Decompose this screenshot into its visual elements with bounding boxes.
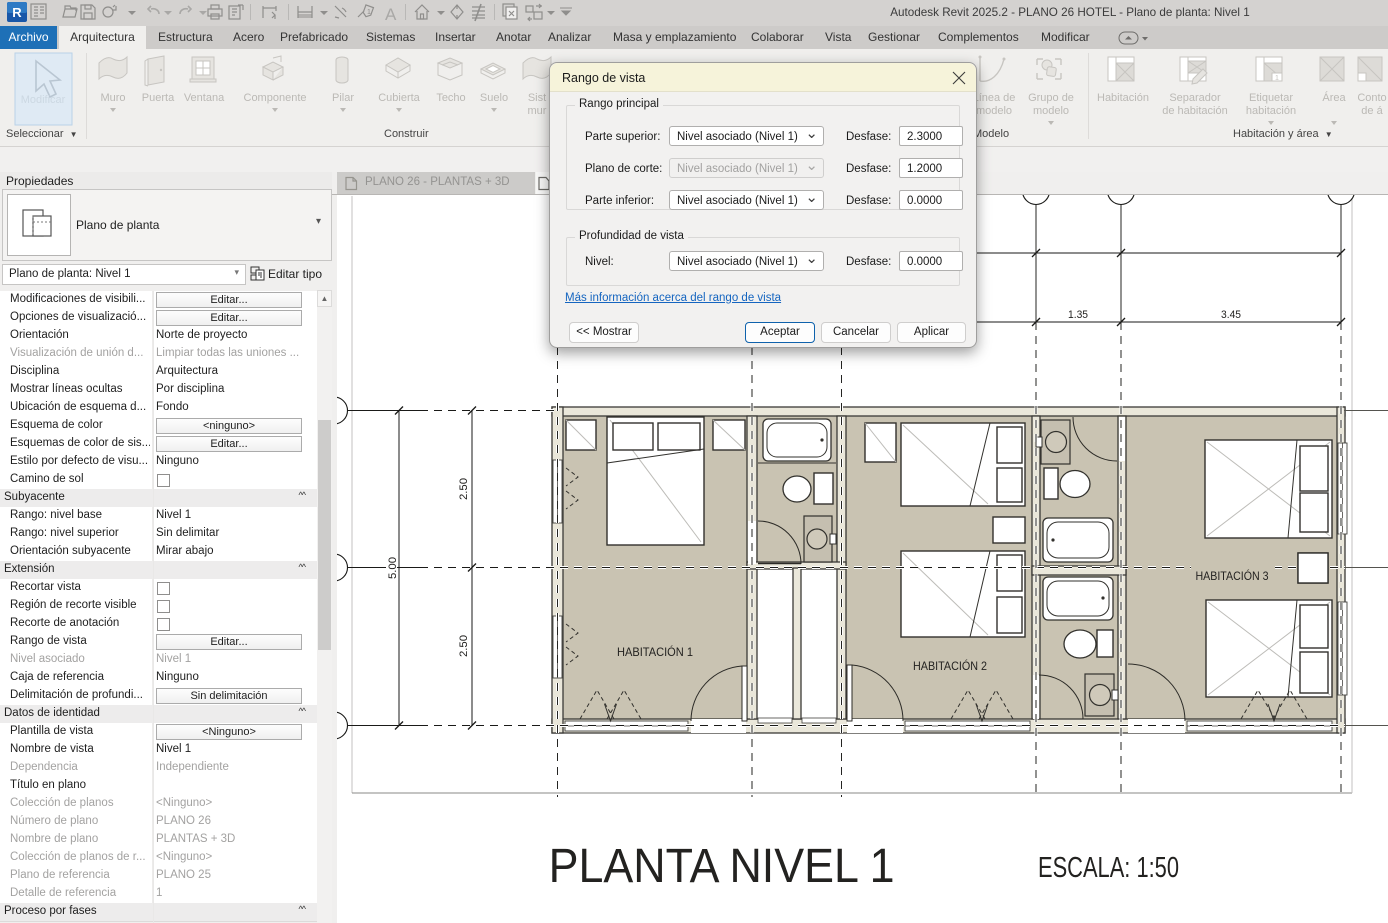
svg-text:1: 1 — [1275, 75, 1279, 82]
svg-text:Conto: Conto — [1357, 92, 1386, 104]
svg-text:Techo: Techo — [436, 92, 465, 104]
svg-text:PLANTA NIVEL 1: PLANTA NIVEL 1 — [549, 840, 895, 893]
svg-text:3.45: 3.45 — [1221, 309, 1241, 321]
svg-text:1.35: 1.35 — [1068, 309, 1088, 321]
svg-text:2.50: 2.50 — [458, 478, 470, 500]
svg-text:Habitación: Habitación — [1097, 92, 1149, 104]
svg-text:Línea de: Línea de — [973, 92, 1016, 104]
svg-text:Muro: Muro — [100, 92, 125, 104]
svg-text:5.00: 5.00 — [387, 557, 399, 579]
svg-text:de á: de á — [1361, 105, 1383, 117]
svg-text:Etiquetar: Etiquetar — [1249, 92, 1293, 104]
svg-text:HABITACIÓN 1: HABITACIÓN 1 — [617, 644, 693, 659]
svg-text:Puerta: Puerta — [142, 92, 175, 104]
svg-text:A: A — [385, 5, 397, 24]
svg-text:HABITACIÓN 2: HABITACIÓN 2 — [913, 658, 987, 673]
svg-text:modelo: modelo — [1033, 105, 1069, 117]
svg-text:ESCALA: 1:50: ESCALA: 1:50 — [1038, 852, 1179, 884]
svg-text:R: R — [12, 5, 22, 20]
svg-text:1: 1 — [367, 9, 371, 16]
svg-text:Separador: Separador — [1169, 92, 1221, 104]
svg-text:Suelo: Suelo — [480, 92, 508, 104]
svg-text:habitación: habitación — [1246, 105, 1296, 117]
svg-text:Área: Área — [1322, 91, 1346, 104]
svg-text:Sist: Sist — [528, 92, 546, 104]
svg-text:HABITACIÓN 3: HABITACIÓN 3 — [1196, 568, 1269, 583]
svg-text:Cubierta: Cubierta — [378, 92, 420, 104]
svg-text:Ventana: Ventana — [184, 92, 225, 104]
svg-text:Componente: Componente — [244, 92, 307, 104]
svg-text:modelo: modelo — [976, 105, 1012, 117]
svg-text:Modificar: Modificar — [21, 94, 66, 106]
svg-text:2.50: 2.50 — [458, 635, 470, 657]
svg-text:Pilar: Pilar — [332, 92, 354, 104]
svg-text:de habitación: de habitación — [1162, 105, 1227, 117]
svg-text:Grupo de: Grupo de — [1028, 92, 1074, 104]
svg-text:mur: mur — [528, 105, 547, 117]
